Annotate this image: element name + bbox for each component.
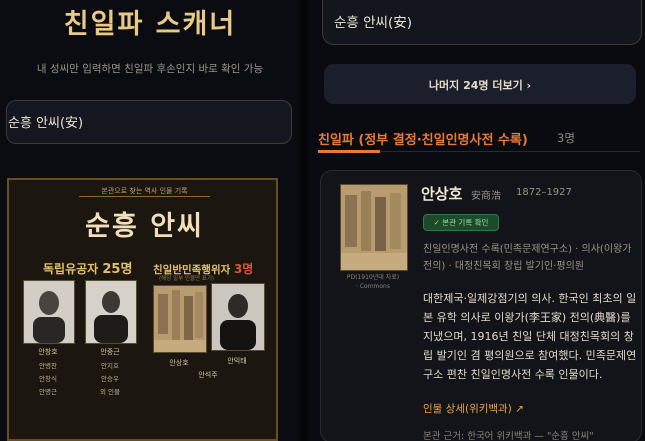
portrait-photo-1 xyxy=(23,280,75,344)
verified-badge: ✓ 본관 기록 확인 xyxy=(423,214,499,231)
collaborator-name-1: 안상호 xyxy=(169,359,189,367)
panel-gap xyxy=(300,0,308,441)
surname-result-value: 순흥 안씨(安) xyxy=(8,116,84,131)
patriot-name: 안지호 xyxy=(101,362,119,370)
person-years: 1872–1927 xyxy=(516,187,572,198)
person-meta: 친일인명사전 수록(민족문제연구소) · 의사(이왕가 전의) · 대정친목회 … xyxy=(423,244,632,272)
patriots-count: 25명 xyxy=(102,262,133,277)
collaborator-photo-1 xyxy=(153,285,207,353)
app-subtitle: 내 성씨만 입력하면 친일파 후손인지 바로 확인 가능 xyxy=(36,63,264,75)
portrait-3-icon xyxy=(212,284,264,350)
section-count: 3명 xyxy=(557,131,575,145)
wikipedia-link[interactable]: 인물 상세(위키백과) ↗ xyxy=(423,401,524,416)
patriot-name: 외 인물 xyxy=(99,388,120,396)
app-title: 친일파 스캐너 xyxy=(63,9,237,40)
poster-top-text: 본관으로 찾는 역사 인물 기록 xyxy=(101,187,188,195)
patriot-name: 안병찬 xyxy=(39,362,57,370)
patriot-list-col-2: 안지호 안승우 외 인물 xyxy=(85,360,135,399)
surname-search-value: 순흥 안씨(安) xyxy=(334,15,413,31)
person-photo xyxy=(340,184,408,271)
portrait-photo-2 xyxy=(85,280,137,344)
section-accent-bar xyxy=(318,150,380,153)
person-name: 안상호 xyxy=(421,185,463,203)
photo-caption: PD(1910년대 자료) · Commons xyxy=(333,273,413,291)
portrait-name-2: 안중근 xyxy=(100,348,120,356)
patriot-list-col-1: 안병찬 안창식 안명근 xyxy=(23,360,73,399)
collaborator-name-2: 안익태 xyxy=(227,357,247,365)
collaborator-name-3: 안석주 xyxy=(198,371,218,379)
group-photo-icon xyxy=(154,286,206,352)
person-description: 대한제국·일제강점기의 의사. 한국인 최초의 일본 유학 의사로 이왕가(李王… xyxy=(423,292,637,381)
group-photo-icon xyxy=(341,185,407,270)
patriots-label: 독립유공자 xyxy=(43,262,99,276)
person-card[interactable]: PD(1910년대 자료) · Commons 안상호 安商浩 1872–192… xyxy=(320,170,642,441)
collaborators-count: 3명 xyxy=(233,262,254,276)
photo-caption-line-1: PD(1910년대 자료) xyxy=(346,274,400,281)
photo-caption-line-2: · Commons xyxy=(356,283,390,290)
poster-divider xyxy=(79,196,210,197)
section-title: 친일파 (정부 결정·친일인명사전 수록) xyxy=(318,133,528,148)
show-more-text: 나머지 24명 더보기 xyxy=(428,79,523,92)
patriot-name: 안승우 xyxy=(101,375,119,383)
verified-badge-text: ✓ 본관 기록 확인 xyxy=(433,218,489,227)
clan-summary-poster: 본관으로 찾는 역사 인물 기록 순흥 안씨 독립유공자 25명 친일반민족행위… xyxy=(7,178,278,441)
portrait-name-1: 안창호 xyxy=(38,348,58,356)
show-more-button[interactable]: 나머지 24명 더보기 › xyxy=(324,64,636,104)
chevron-right-icon: › xyxy=(526,79,532,92)
collaborators-note: (해당 일부 인물만 표기) xyxy=(159,276,215,282)
patriot-name: 안창식 xyxy=(39,375,57,383)
patriots-heading: 독립유공자 25명 xyxy=(43,258,132,277)
collaborator-photo-2 xyxy=(211,283,265,351)
portrait-2-icon xyxy=(86,281,136,343)
source-note: 본관 근거: 한국어 위키백과 — "순흥 안씨" xyxy=(423,431,594,441)
show-more-label: 나머지 24명 더보기 › xyxy=(324,77,636,93)
portrait-1-icon xyxy=(24,281,74,343)
person-hanja: 安商浩 xyxy=(471,191,501,202)
right-panel: 순흥 안씨(安) 나머지 24명 더보기 › 친일파 (정부 결정·친일인명사전… xyxy=(308,0,645,441)
poster-clan-name: 순흥 안씨 xyxy=(85,211,204,242)
left-panel: 친일파 스캐너 내 성씨만 입력하면 친일파 후손인지 바로 확인 가능 순흥 … xyxy=(0,0,300,441)
patriot-name: 안명근 xyxy=(39,388,57,396)
